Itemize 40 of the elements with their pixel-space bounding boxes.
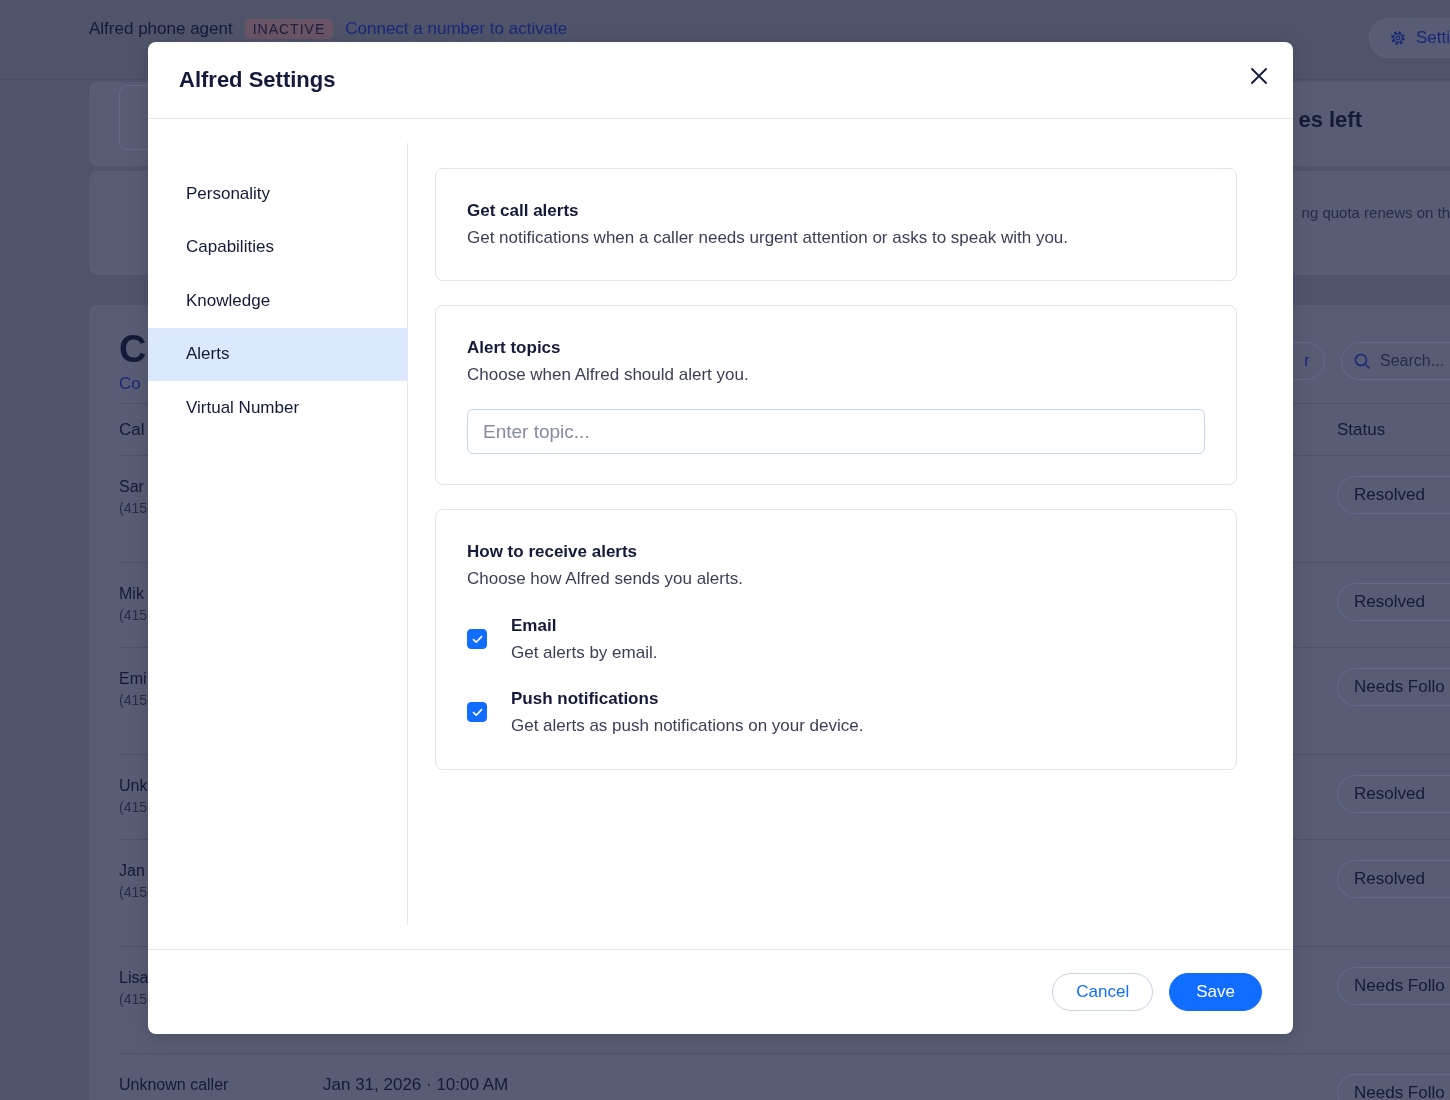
caller-name: Unk	[119, 776, 148, 796]
usage-heading: es left	[1298, 107, 1362, 133]
card-description: Choose when Alfred should alert you.	[467, 364, 750, 386]
status-badge: INACTIVE	[244, 18, 334, 39]
caller-name: Lisa	[119, 968, 149, 988]
nav-item[interactable]: Personality	[148, 167, 407, 221]
check-icon	[471, 634, 483, 644]
caller-name: Mik	[119, 584, 144, 604]
column-header: Status	[1337, 419, 1386, 440]
caller-name: Sar	[119, 477, 144, 497]
gear-icon	[1389, 29, 1406, 46]
nav-item[interactable]: Virtual Number	[148, 381, 407, 435]
calls-title: C	[119, 327, 147, 372]
option-description: Get alerts by email.	[511, 642, 658, 664]
option-label: Email	[511, 615, 557, 637]
close-icon	[1251, 68, 1267, 84]
caller-name: Emi	[119, 669, 147, 689]
nav-item[interactable]: Capabilities	[148, 220, 407, 274]
caller-name: Jan	[119, 861, 145, 881]
agent-title: Alfred phone agent	[89, 18, 233, 39]
call-time: Jan 31, 2026 · 10:00 AM	[323, 1075, 509, 1094]
option-label: Push notifications	[511, 688, 659, 710]
nav-item[interactable]: Knowledge	[148, 274, 407, 328]
caller-name: Unknown caller	[119, 1075, 229, 1095]
option-description: Get alerts as push notifications on your device.	[511, 715, 864, 737]
card-description: Choose how Alfred sends you alerts.	[467, 568, 744, 590]
card-title: Get call alerts	[467, 200, 580, 222]
checkbox[interactable]	[467, 702, 487, 722]
card-description: Get notifications when a caller needs urgent attention or asks to speak with you.	[467, 227, 1069, 249]
cancel-button[interactable]: Cancel	[1052, 973, 1154, 1011]
checkbox[interactable]	[467, 629, 487, 649]
card-title: How to receive alerts	[467, 541, 639, 563]
save-button[interactable]: Save	[1169, 973, 1262, 1011]
column-header: Cal	[119, 419, 145, 440]
search-icon	[1354, 353, 1370, 369]
card-title: Alert topics	[467, 337, 562, 359]
topic-input[interactable]: Enter topic...	[467, 409, 1205, 454]
dialog-title: Alfred Settings	[179, 67, 336, 93]
nav-item[interactable]: Alerts	[148, 327, 407, 381]
check-icon	[471, 707, 483, 717]
